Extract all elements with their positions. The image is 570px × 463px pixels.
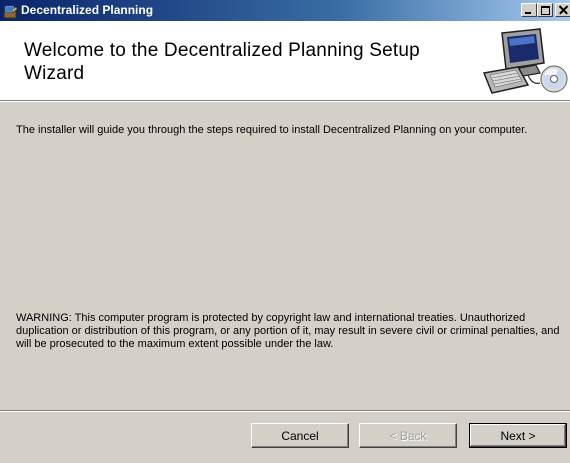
cancel-button[interactable]: Cancel bbox=[251, 423, 349, 448]
banner-divider bbox=[0, 101, 570, 102]
minimize-button[interactable] bbox=[521, 3, 537, 17]
wizard-banner: Welcome to the Decentralized Planning Se… bbox=[0, 21, 570, 101]
title-bar[interactable]: Decentralized Planning bbox=[0, 0, 570, 21]
button-separator bbox=[0, 410, 570, 412]
setup-wizard-window: Decentralized Planning Welcome to the De… bbox=[0, 0, 570, 463]
wizard-title: Welcome to the Decentralized Planning Se… bbox=[24, 40, 420, 84]
maximize-button[interactable] bbox=[537, 3, 553, 17]
computer-setup-icon bbox=[482, 28, 568, 94]
close-button[interactable] bbox=[555, 3, 570, 17]
window-title: Decentralized Planning bbox=[21, 3, 154, 17]
installer-icon bbox=[3, 5, 18, 19]
next-button[interactable]: Next > bbox=[469, 423, 567, 448]
intro-text: The installer will guide you through the… bbox=[16, 124, 528, 136]
copyright-warning: WARNING: This computer program is protec… bbox=[16, 312, 560, 350]
back-button[interactable]: < Back bbox=[359, 423, 457, 448]
